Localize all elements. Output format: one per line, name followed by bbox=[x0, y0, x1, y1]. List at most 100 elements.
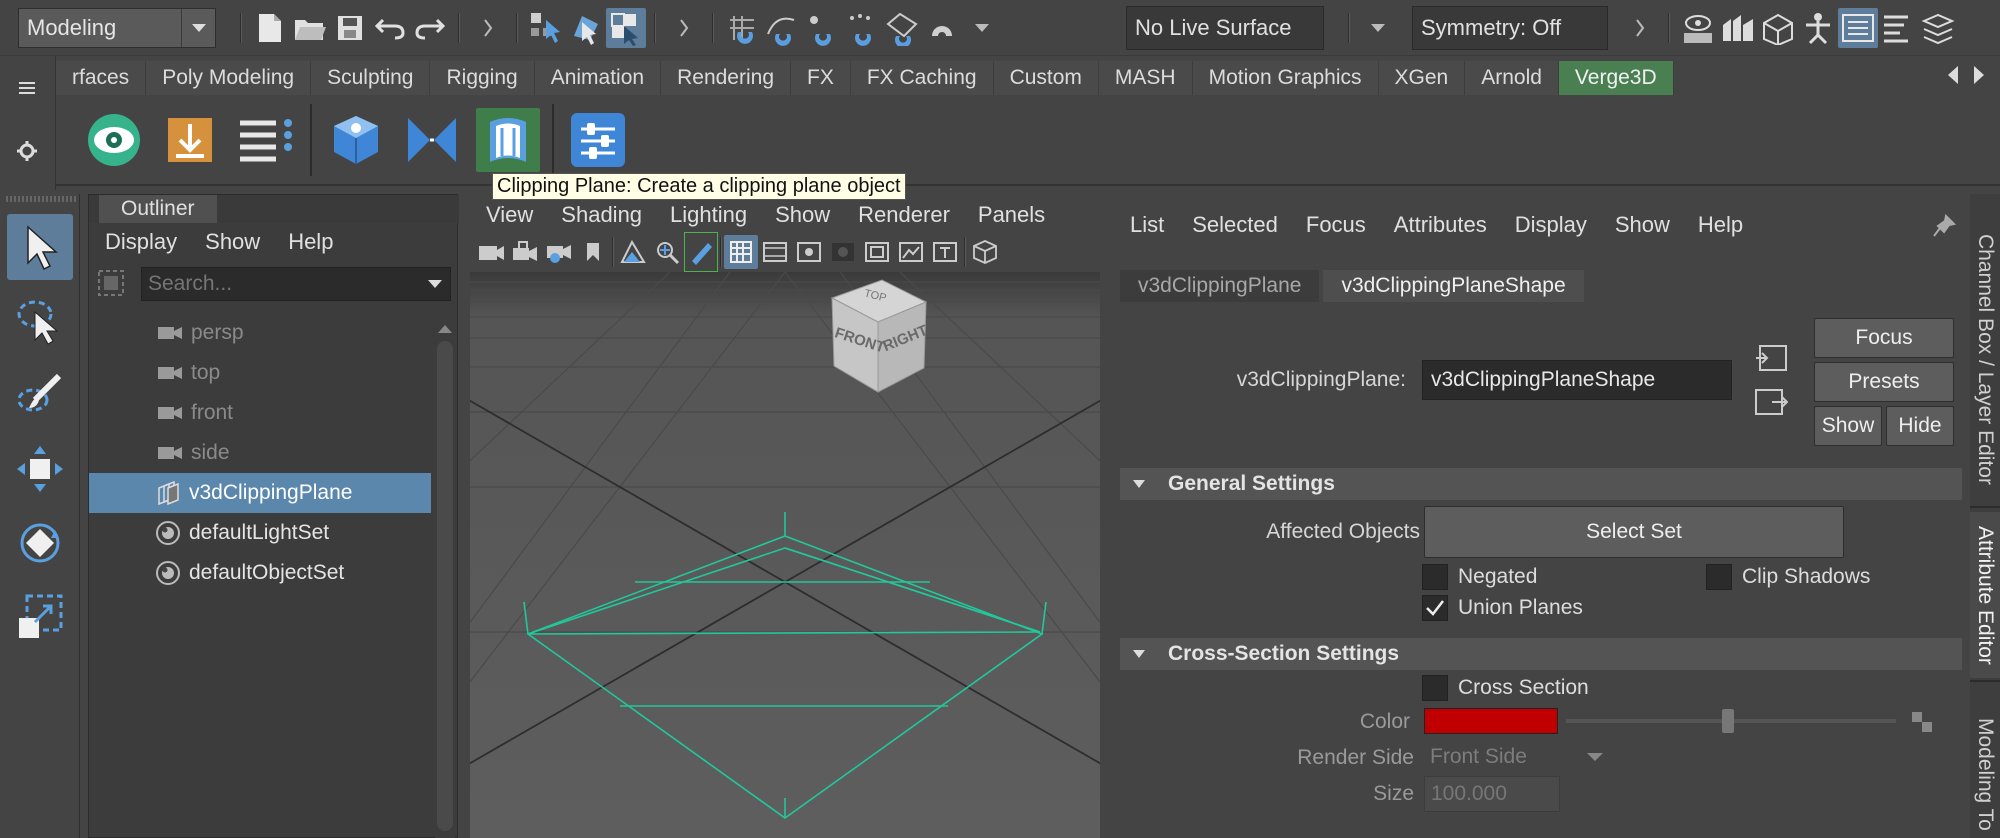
collapse-arrow-icon[interactable] bbox=[1620, 8, 1660, 48]
shelf-scroll-right-icon[interactable] bbox=[1972, 64, 1986, 86]
shelf-menu-icon[interactable] bbox=[17, 80, 37, 96]
move-tool-icon[interactable] bbox=[7, 436, 73, 502]
menu-set-dropdown[interactable]: Modeling bbox=[18, 8, 216, 48]
shelf-tab[interactable]: Motion Graphics bbox=[1192, 61, 1379, 95]
clip-shadows-checkbox-row[interactable]: Clip Shadows bbox=[1706, 564, 1870, 590]
copy-tab-icon[interactable] bbox=[1754, 388, 1788, 418]
channel-box-tab[interactable]: Channel Box / Layer Editor bbox=[1970, 214, 2000, 504]
reflection-probe-icon[interactable] bbox=[400, 108, 464, 172]
cross-section-checkbox[interactable] bbox=[1422, 675, 1448, 701]
safe-title-icon[interactable] bbox=[928, 232, 962, 272]
outliner-menu-item[interactable]: Display bbox=[105, 229, 177, 255]
union-planes-checkbox[interactable] bbox=[1422, 595, 1448, 621]
chevron-down-icon[interactable] bbox=[420, 279, 450, 289]
shelf-tab[interactable]: Poly Modeling bbox=[146, 61, 312, 95]
outliner-menu-item[interactable]: Help bbox=[288, 229, 333, 255]
image-plane-icon[interactable] bbox=[616, 232, 650, 272]
outliner-item[interactable]: defaultLightSet bbox=[89, 513, 431, 553]
shelf-tab[interactable]: FX Caching bbox=[850, 61, 994, 95]
live-surface-field[interactable]: No Live Surface bbox=[1126, 6, 1324, 50]
attribute-editor-menu-item[interactable]: Help bbox=[1698, 212, 1743, 238]
snap-surface-icon[interactable] bbox=[922, 8, 962, 48]
shelf-tab[interactable]: FX bbox=[791, 61, 851, 95]
make-live-icon[interactable] bbox=[882, 8, 922, 48]
clip-shadows-checkbox[interactable] bbox=[1706, 564, 1732, 590]
shelf-tab[interactable]: MASH bbox=[1098, 61, 1193, 95]
attribute-editor-tab[interactable]: v3dClippingPlane bbox=[1120, 270, 1320, 302]
texture-map-icon[interactable] bbox=[1912, 712, 1932, 732]
render-region-icon[interactable] bbox=[1718, 8, 1758, 48]
render-side-dropdown[interactable]: Front Side bbox=[1424, 740, 1604, 774]
select-component-icon[interactable] bbox=[606, 8, 646, 48]
shelf-tab[interactable]: Custom bbox=[993, 61, 1099, 95]
outliner-tab[interactable]: Outliner bbox=[99, 195, 217, 223]
attribute-list-icon[interactable] bbox=[1878, 8, 1918, 48]
attribute-editor-tab[interactable]: Attribute Editor bbox=[1970, 512, 2000, 678]
2d-pan-zoom-icon[interactable] bbox=[650, 232, 684, 272]
hypershade-icon[interactable] bbox=[1798, 8, 1838, 48]
attribute-editor-menu-item[interactable]: Attributes bbox=[1394, 212, 1487, 238]
chevron-down-icon[interactable] bbox=[962, 8, 1002, 48]
presets-button[interactable]: Presets bbox=[1814, 362, 1954, 402]
viewport-menu-item[interactable]: Lighting bbox=[670, 202, 747, 228]
gate-mask-icon[interactable] bbox=[826, 232, 860, 272]
app-manager-icon[interactable] bbox=[234, 108, 298, 172]
negated-checkbox-row[interactable]: Negated bbox=[1422, 564, 1537, 590]
viewport-menu-item[interactable]: Panels bbox=[978, 202, 1045, 228]
search-input[interactable] bbox=[142, 272, 420, 296]
shelf-tab[interactable]: Rigging bbox=[430, 61, 535, 95]
lock-camera-icon[interactable] bbox=[508, 232, 542, 272]
chevron-down-icon[interactable] bbox=[1358, 8, 1398, 48]
modeling-toolkit-tab[interactable]: Modeling To bbox=[1970, 718, 2000, 838]
outliner-item[interactable]: side bbox=[89, 433, 431, 473]
shelf-tab[interactable]: Sculpting bbox=[311, 61, 431, 95]
color-swatch[interactable] bbox=[1424, 708, 1558, 734]
export-gltf-icon[interactable] bbox=[158, 108, 222, 172]
select-tool-icon[interactable] bbox=[7, 214, 73, 280]
collapse-arrow-icon[interactable] bbox=[468, 8, 508, 48]
view-cube[interactable]: TOP FRONT RIGHT bbox=[822, 276, 932, 396]
bookmark-icon[interactable] bbox=[576, 232, 610, 272]
snap-curve-icon[interactable] bbox=[762, 8, 802, 48]
cross-section-checkbox-row[interactable]: Cross Section bbox=[1422, 675, 1589, 701]
grid-icon[interactable] bbox=[724, 235, 758, 269]
snap-point-icon[interactable] bbox=[802, 8, 842, 48]
outliner-item[interactable]: v3dClippingPlane bbox=[89, 473, 431, 513]
shelf-tab[interactable]: rfaces bbox=[56, 61, 147, 95]
safe-action-icon[interactable] bbox=[894, 232, 928, 272]
camera-select-icon[interactable] bbox=[474, 232, 508, 272]
grease-pencil-icon[interactable] bbox=[684, 232, 718, 272]
rotate-tool-icon[interactable] bbox=[7, 510, 73, 576]
attribute-editor-menu-item[interactable]: Show bbox=[1615, 212, 1670, 238]
outliner-filter-icon[interactable] bbox=[93, 265, 129, 301]
union-planes-checkbox-row[interactable]: Union Planes bbox=[1422, 595, 1583, 621]
outliner-item[interactable]: defaultObjectSet bbox=[89, 553, 431, 593]
pin-icon[interactable] bbox=[1932, 214, 1956, 238]
resolution-gate-icon[interactable] bbox=[792, 232, 826, 272]
select-set-button[interactable]: Select Set bbox=[1424, 506, 1844, 558]
field-chart-icon[interactable] bbox=[860, 232, 894, 272]
attribute-editor-tab[interactable]: v3dClippingPlaneShape bbox=[1323, 270, 1584, 302]
clipping-plane-icon[interactable] bbox=[476, 108, 540, 172]
wireframe-cube-icon[interactable] bbox=[968, 232, 1002, 272]
general-settings-header[interactable]: General Settings bbox=[1120, 468, 1962, 500]
camera-attributes-icon[interactable] bbox=[542, 232, 576, 272]
outliner-item[interactable]: front bbox=[89, 393, 431, 433]
attribute-editor-menu-item[interactable]: List bbox=[1130, 212, 1164, 238]
select-hierarchy-icon[interactable] bbox=[526, 8, 566, 48]
undo-icon[interactable] bbox=[370, 8, 410, 48]
load-selected-icon[interactable] bbox=[1754, 344, 1788, 374]
layer-editor-icon[interactable] bbox=[1918, 8, 1958, 48]
cube-object-icon[interactable] bbox=[324, 108, 388, 172]
hide-button[interactable]: Hide bbox=[1886, 406, 1954, 446]
save-scene-icon[interactable] bbox=[330, 8, 370, 48]
size-field[interactable]: 100.000 bbox=[1424, 776, 1560, 812]
shelf-tab[interactable]: Arnold bbox=[1465, 61, 1559, 95]
shelf-settings-icon[interactable] bbox=[16, 140, 38, 162]
drag-handle[interactable] bbox=[6, 196, 76, 202]
outliner-search-input[interactable] bbox=[141, 267, 451, 301]
viewport-menu-item[interactable]: Renderer bbox=[858, 202, 950, 228]
viewport-menu-item[interactable]: Shading bbox=[561, 202, 642, 228]
negated-checkbox[interactable] bbox=[1422, 564, 1448, 590]
show-hide-icon[interactable] bbox=[1678, 8, 1718, 48]
